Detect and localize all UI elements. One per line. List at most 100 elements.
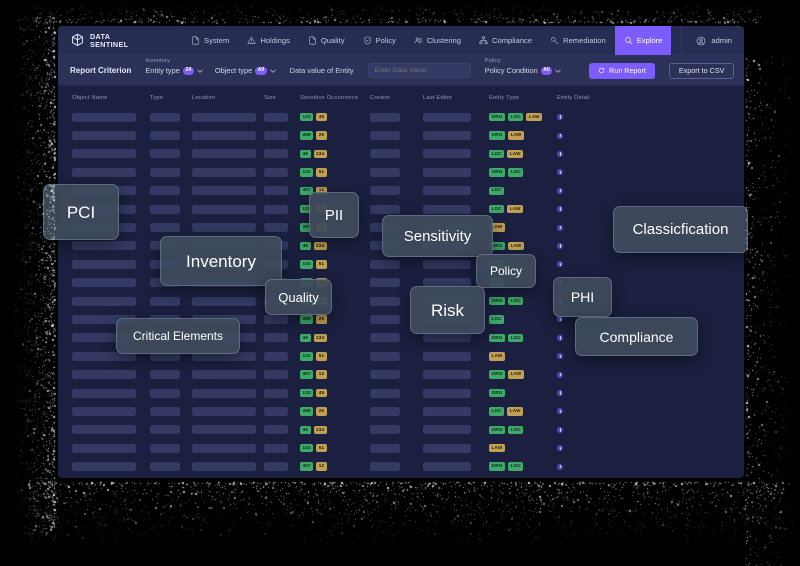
nav-item-quality[interactable]: Quality [299, 26, 354, 55]
column-header-entity-detail[interactable]: Entity Detail [557, 95, 597, 101]
cell-last-editor [423, 149, 489, 159]
overlay-card-pii[interactable]: PII [309, 192, 359, 238]
cell-entity-detail[interactable] [557, 150, 597, 157]
column-header-object-name[interactable]: Object Name [72, 95, 150, 101]
column-header-last-editor[interactable]: Last Editor [423, 95, 489, 101]
cell-entity-detail[interactable] [557, 390, 597, 397]
cell-object-name [72, 370, 150, 380]
overlay-card-phi[interactable]: PHI [553, 277, 612, 317]
skeleton-bar [423, 112, 471, 122]
skeleton-bar [150, 131, 180, 141]
info-icon[interactable] [557, 334, 563, 341]
overlay-card-inventory[interactable]: Inventory [160, 236, 282, 286]
info-icon[interactable] [557, 353, 563, 360]
cell-location [192, 149, 264, 159]
entity-type-filter[interactable]: Entity type 24 [145, 66, 203, 75]
object-type-badge: All [255, 66, 267, 75]
cell-last-editor [423, 425, 489, 435]
info-icon[interactable] [557, 114, 563, 121]
nav-item-explore[interactable]: Explore [614, 26, 672, 55]
info-icon[interactable] [557, 187, 563, 194]
table-row[interactable]: 45712LOC [58, 182, 744, 200]
cell-entity-detail[interactable] [557, 371, 597, 378]
column-header-creator[interactable]: Creator [370, 95, 423, 101]
sensitive-count-badge: 46 [300, 149, 311, 159]
cell-last-editor [423, 112, 489, 122]
table-row[interactable]: 389 25 ORG LAW [58, 126, 744, 144]
info-icon[interactable] [557, 261, 563, 268]
export-csv-button[interactable]: Export to CSV [668, 62, 735, 79]
overlay-card-sensitivity[interactable]: Sensitivity [382, 215, 493, 257]
table-row[interactable]: 389 25 LOC LAW [58, 402, 744, 420]
info-icon[interactable] [557, 132, 563, 139]
overlay-card-critical-elements[interactable]: Critical Elements [116, 318, 240, 354]
table-row[interactable]: 46 234 LOC LAW [58, 145, 744, 163]
overlay-card-classicfication[interactable]: Classicfication [613, 206, 748, 253]
info-icon[interactable] [557, 426, 563, 433]
nav-item-remediation[interactable]: Remediation [541, 26, 615, 55]
skeleton-bar [264, 425, 288, 435]
overlay-card-risk[interactable]: Risk [410, 286, 485, 334]
column-header-sensitive-occurrence[interactable]: Sensitive Occurrence [300, 95, 370, 101]
table-row[interactable]: 457 12 ORG LOC [58, 457, 744, 475]
sensitive-count-badge: 102 [300, 443, 314, 453]
table-row[interactable]: 46 234 ORG LOC [58, 421, 744, 439]
table-row[interactable]: 102 51 LAW [58, 439, 744, 457]
table-row[interactable]: 13345ORGLOC [58, 292, 744, 310]
info-icon[interactable] [557, 150, 563, 157]
cell-entity-detail[interactable] [557, 242, 597, 249]
column-header-size[interactable]: Size [264, 95, 300, 101]
overlay-card-policy[interactable]: Policy [476, 254, 536, 288]
overlay-card-compliance[interactable]: Compliance [575, 317, 698, 356]
sensitive-secondary-badge: 12 [316, 370, 327, 379]
overlay-card-quality[interactable]: Quality [265, 279, 332, 315]
info-icon[interactable] [557, 169, 563, 176]
nav-item-holdings[interactable]: Holdings [238, 26, 299, 55]
people-icon [414, 37, 423, 44]
column-header-type[interactable]: Type [150, 95, 192, 101]
skeleton-bar [264, 131, 288, 141]
table-row[interactable]: 457 12 ORG LAW [58, 365, 744, 383]
table-row[interactable]: 102 51 ORG LOC [58, 163, 744, 181]
table-row[interactable]: 133 45 ORG LOC LAW [58, 108, 744, 126]
column-header-entity-type[interactable]: Entity Type [489, 95, 557, 101]
object-type-filter[interactable]: Object type All [215, 66, 276, 75]
info-icon[interactable] [557, 242, 563, 249]
brand-logo[interactable]: DATA SENTINEL [58, 33, 182, 48]
info-icon[interactable] [557, 463, 563, 470]
cell-size [264, 223, 300, 233]
run-report-button[interactable]: Run Report [589, 62, 655, 79]
cell-entity-detail[interactable] [557, 169, 597, 176]
skeleton-bar [264, 462, 288, 472]
cell-entity-detail[interactable] [557, 426, 597, 433]
data-value-input[interactable] [367, 63, 471, 78]
nav-item-policy[interactable]: Policy [354, 26, 405, 55]
nav-item-system[interactable]: System [182, 26, 238, 55]
column-header-location[interactable]: Location [192, 95, 264, 101]
info-icon[interactable] [557, 445, 563, 452]
policy-condition-filter[interactable]: Policy Condition All [485, 66, 561, 75]
nav-item-clustering[interactable]: Clustering [405, 26, 470, 55]
cell-entity-detail[interactable] [557, 132, 597, 139]
cell-entity-detail[interactable] [557, 408, 597, 415]
info-icon[interactable] [557, 316, 563, 323]
account-menu[interactable]: admin [681, 26, 744, 55]
cell-entity-detail[interactable] [557, 261, 597, 268]
info-icon[interactable] [557, 206, 563, 213]
cell-entity-detail[interactable] [557, 187, 597, 194]
info-icon[interactable] [557, 224, 563, 231]
info-icon[interactable] [557, 390, 563, 397]
cell-entity-detail[interactable] [557, 224, 597, 231]
overlay-card-pci[interactable]: PCI [43, 184, 119, 240]
cell-creator [370, 167, 423, 177]
nav-item-compliance[interactable]: Compliance [470, 26, 541, 55]
cell-entity-detail[interactable] [557, 463, 597, 470]
cell-entity-detail[interactable] [557, 445, 597, 452]
cell-entity-detail[interactable] [557, 206, 597, 213]
info-icon[interactable] [557, 408, 563, 415]
cell-entity-detail[interactable] [557, 114, 597, 121]
table-row[interactable]: 133 45 ORG [58, 384, 744, 402]
info-icon[interactable] [557, 371, 563, 378]
skeleton-bar [423, 149, 471, 159]
skeleton-bar [264, 406, 288, 416]
